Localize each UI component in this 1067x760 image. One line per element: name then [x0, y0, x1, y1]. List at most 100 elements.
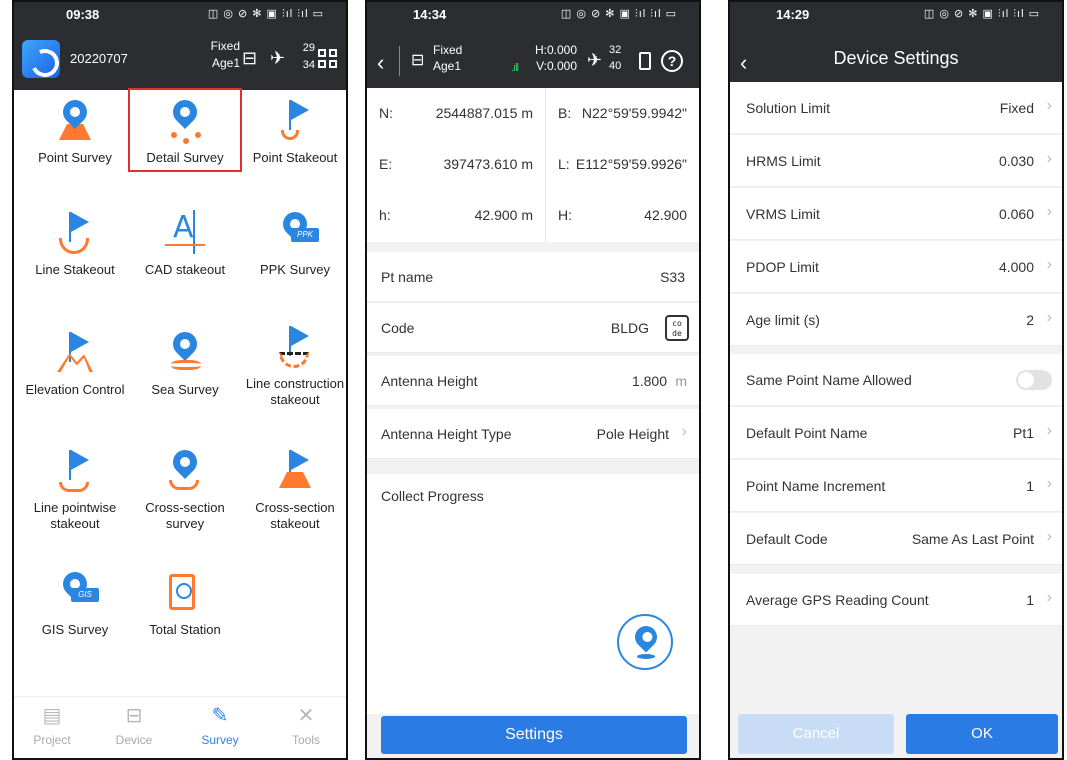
setting-value: Fixed — [999, 100, 1034, 116]
satellite-icon[interactable]: ✈ — [270, 48, 285, 69]
field-label: Antenna Height — [381, 373, 478, 389]
nav-tools[interactable]: ✕ Tools — [276, 703, 336, 747]
tile-detail-survey[interactable]: Detail Survey — [128, 88, 242, 172]
field-code[interactable]: Code BLDG co de — [367, 303, 699, 353]
age-label: Age1 — [433, 59, 462, 73]
collect-point-button[interactable] — [617, 614, 673, 670]
app-logo-icon[interactable] — [22, 40, 60, 78]
code-library-icon[interactable]: co de — [665, 315, 689, 341]
tile-label: Point Stakeout — [252, 150, 338, 165]
setting-label: Same Point Name Allowed — [746, 372, 912, 388]
setting-hrms-limit[interactable]: HRMS Limit 0.030 › — [730, 135, 1062, 187]
tile-line-stakeout[interactable]: Line Stakeout — [20, 202, 130, 322]
nav-label: Project — [33, 733, 71, 747]
receiver-icon[interactable]: ⊟ — [242, 48, 257, 69]
ppk-tag: PPK — [291, 228, 319, 242]
field-antenna-height[interactable]: Antenna Height 1.800 m — [367, 356, 699, 406]
satellite-icon[interactable]: ✈ — [587, 50, 602, 71]
coord-e: E: 397473.610 m — [367, 139, 545, 190]
coord-value: E112°59'59.9926" — [575, 156, 687, 172]
sat-count-bottom: 40 — [609, 60, 622, 72]
tile-gis-survey[interactable]: GIS GIS Survey — [20, 562, 130, 682]
sea-survey-icon — [165, 327, 205, 380]
coord-value: 2544887.015 m — [435, 105, 533, 121]
coord-value: N22°59'59.9942" — [581, 105, 687, 121]
project-name[interactable]: 20220707 — [70, 51, 128, 66]
cancel-button[interactable]: Cancel — [738, 714, 894, 754]
setting-pdop-limit[interactable]: PDOP Limit 4.000 › — [730, 241, 1062, 293]
tile-elevation-control[interactable]: Elevation Control — [20, 322, 130, 442]
chevron-right-icon: › — [1046, 309, 1052, 326]
tile-sea-survey[interactable]: Sea Survey — [130, 322, 240, 442]
fix-status-label: Fixed — [210, 39, 240, 53]
status-time: 09:38 — [66, 7, 100, 22]
precision-readout: H:0.000 V:0.000 — [527, 42, 577, 74]
fix-status: Fixed Age1 — [433, 42, 462, 74]
settings-button[interactable]: Settings — [381, 716, 687, 754]
tile-line-construction-stakeout[interactable]: Line construction stakeout — [240, 316, 346, 436]
fix-status: Fixed Age1 — [192, 38, 240, 72]
receiver-icon[interactable]: ⊟ — [411, 50, 424, 70]
pt-name-value[interactable]: S33 — [660, 269, 685, 285]
tile-point-stakeout[interactable]: Point Stakeout — [240, 90, 346, 210]
setting-label: HRMS Limit — [746, 153, 821, 169]
elevation-control-icon — [55, 330, 95, 380]
tile-total-station[interactable]: Total Station — [130, 562, 240, 682]
setting-solution-limit[interactable]: Solution Limit Fixed › — [730, 82, 1062, 134]
line-stakeout-icon — [55, 210, 95, 260]
survey-header: 14:34 ◫ ◎ ⊘ ✻ ▣ ⫶ıl ⫶ıl ▭ ‹ ⊟ Fixed Age1… — [367, 2, 699, 88]
setting-value: 1 — [1026, 592, 1034, 608]
field-antenna-height-type[interactable]: Antenna Height Type Pole Height › — [367, 409, 699, 459]
tile-label: Cross-section survey — [145, 500, 225, 531]
setting-label: Age limit (s) — [746, 312, 820, 328]
field-pt-name[interactable]: Pt name S33 — [367, 252, 699, 302]
help-icon[interactable]: ? — [661, 50, 683, 72]
setting-vrms-limit[interactable]: VRMS Limit 0.060 › — [730, 188, 1062, 240]
setting-label: Average GPS Reading Count — [746, 592, 929, 608]
ok-button[interactable]: OK — [906, 714, 1058, 754]
apps-grid-icon[interactable] — [318, 49, 338, 69]
tile-point-survey[interactable]: Point Survey — [20, 90, 130, 210]
sat-count-top: 32 — [609, 44, 622, 56]
tile-cross-section-stakeout[interactable]: Cross-section stakeout — [240, 440, 346, 560]
detail-survey-icon — [165, 95, 205, 148]
setting-point-name-increment[interactable]: Point Name Increment 1 › — [730, 460, 1062, 512]
nav-device[interactable]: ⊟ Device — [104, 703, 164, 747]
nav-project[interactable]: ▤ Project — [22, 703, 82, 747]
chevron-right-icon: › — [1046, 203, 1052, 220]
back-icon[interactable]: ‹ — [377, 50, 384, 76]
field-label: Pt name — [381, 269, 434, 285]
status-time: 14:34 — [413, 7, 447, 22]
tile-label: Total Station — [149, 622, 221, 637]
status-time: 14:29 — [776, 7, 810, 22]
nav-survey[interactable]: ✎ Survey — [190, 703, 250, 747]
setting-average-gps-count[interactable]: Average GPS Reading Count 1 › — [730, 574, 1062, 626]
coord-h-ellipsoid: h: 42.900 m — [367, 190, 545, 241]
setting-value: Same As Last Point — [911, 531, 1034, 547]
tile-label: Line pointwise stakeout — [33, 500, 117, 531]
chevron-right-icon: › — [1046, 97, 1052, 114]
detail-survey-screen: 14:34 ◫ ◎ ⊘ ✻ ▣ ⫶ıl ⫶ıl ▭ ‹ ⊟ Fixed Age1… — [365, 0, 701, 760]
tile-line-pointwise-stakeout[interactable]: Line pointwise stakeout — [20, 440, 130, 560]
tile-ppk-survey[interactable]: PPK PPK Survey — [240, 202, 346, 322]
device-icon: ⊟ — [125, 705, 143, 727]
setting-default-point-name[interactable]: Default Point Name Pt1 › — [730, 407, 1062, 459]
coord-key: H: — [558, 207, 572, 223]
same-point-name-toggle[interactable] — [1016, 370, 1052, 390]
tile-cad-stakeout[interactable]: A CAD stakeout — [130, 202, 240, 322]
setting-default-code[interactable]: Default Code Same As Last Point › — [730, 513, 1062, 565]
signal-bars-icon: .ıll — [511, 62, 519, 74]
coord-key: h: — [379, 207, 391, 223]
coord-value: 42.900 m — [474, 207, 533, 223]
antenna-height-value[interactable]: 1.800 — [632, 373, 667, 389]
setting-age-limit[interactable]: Age limit (s) 2 › — [730, 294, 1062, 346]
point-stakeout-icon — [275, 98, 315, 148]
tools-icon: ✕ — [297, 705, 315, 727]
setting-same-point-name: Same Point Name Allowed — [730, 354, 1062, 406]
total-station-icon — [165, 570, 205, 620]
code-value[interactable]: BLDG — [611, 320, 649, 336]
antenna-height-type-value: Pole Height — [596, 426, 669, 442]
tile-cross-section-survey[interactable]: Cross-section survey — [130, 440, 240, 560]
setting-value: 4.000 — [998, 259, 1034, 275]
status-bar: 14:34 ◫ ◎ ⊘ ✻ ▣ ⫶ıl ⫶ıl ▭ — [367, 2, 699, 30]
